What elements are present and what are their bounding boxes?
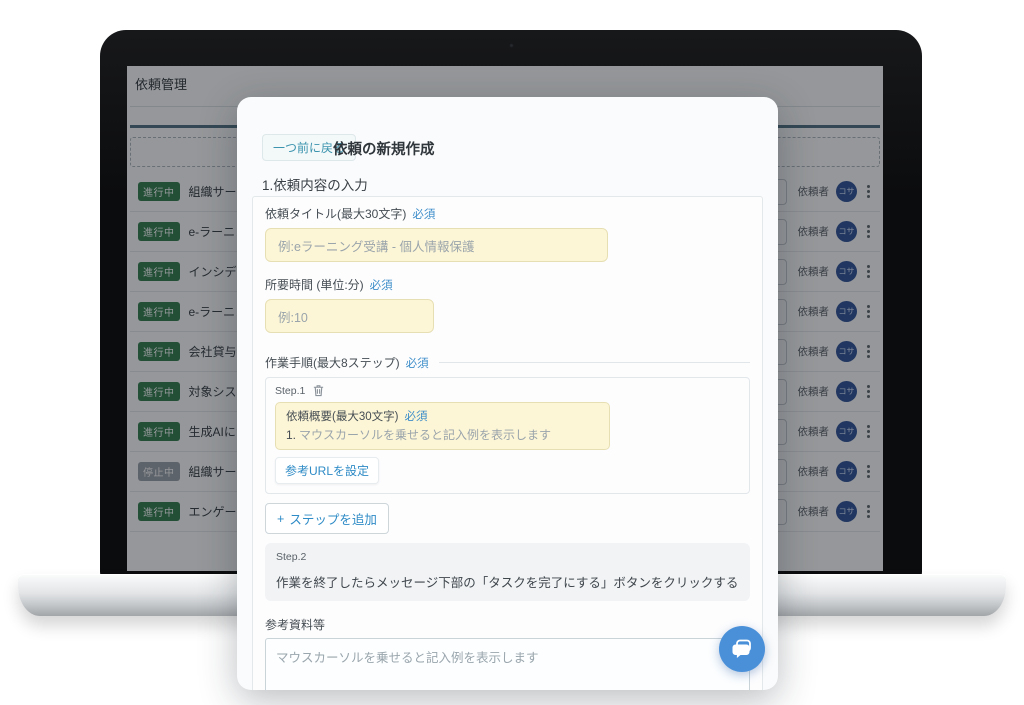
step-overview-label: 依頼概要(最大30文字): [286, 408, 398, 424]
trash-icon[interactable]: [312, 384, 325, 397]
reference-label: 参考資料等: [265, 616, 750, 633]
step-2-name: Step.2: [276, 551, 739, 563]
duration-input[interactable]: 例:10: [265, 299, 434, 333]
request-title-label: 依頼タイトル(最大30文字) 必須: [265, 205, 750, 222]
chat-launcher-button[interactable]: [719, 626, 765, 672]
create-request-modal: 一つ前に戻る 依頼の新規作成 1.依頼内容の入力 依頼タイトル(最大30文字) …: [237, 97, 778, 690]
steps-label: 作業手順(最大8ステップ) 必須: [265, 354, 750, 371]
required-badge: 必須: [404, 408, 427, 424]
request-form-card: 依頼タイトル(最大30文字) 必須 例:eラーニング受講 - 個人情報保護 所要…: [252, 196, 763, 690]
add-step-button[interactable]: + ステップを追加: [265, 503, 389, 534]
step-overview-placeholder: マウスカーソルを乗せると記入例を表示します: [299, 428, 551, 442]
set-reference-url-button[interactable]: 参考URLを設定: [275, 457, 379, 484]
webcam-dot: [509, 43, 514, 48]
modal-title: 依頼の新規作成: [333, 138, 435, 159]
reference-textarea[interactable]: マウスカーソルを乗せると記入例を表示します: [265, 638, 750, 690]
step-1-overview-input[interactable]: 依頼概要(最大30文字) 必須 1.マウスカーソルを乗せると記入例を表示します: [275, 402, 610, 450]
duration-label: 所要時間 (単位:分) 必須: [265, 276, 750, 293]
request-title-input[interactable]: 例:eラーニング受講 - 個人情報保護: [265, 228, 608, 262]
plus-icon: +: [277, 512, 284, 526]
required-badge: 必須: [406, 355, 429, 371]
step-1-header: Step.1: [275, 384, 740, 397]
page: 依頼管理 進行中 組織サーベイ回 新規作成 依頼者 コサ 進行中: [0, 0, 1024, 705]
step-number-prefix: 1.: [286, 428, 296, 442]
required-badge: 必須: [412, 206, 435, 222]
required-badge: 必須: [370, 277, 393, 293]
step-1-name: Step.1: [275, 385, 305, 397]
step-2-container: Step.2 作業を終了したらメッセージ下部の「タスクを完了にする」ボタンをクリ…: [265, 543, 750, 601]
step-2-text: 作業を終了したらメッセージ下部の「タスクを完了にする」ボタンをクリックする: [276, 572, 739, 591]
step-1-container: Step.1 依頼概要(最大30文字) 必須 1.マウスカーソルを乗せると記入例…: [265, 377, 750, 494]
chat-bubbles-icon: [730, 637, 754, 661]
section-title: 1.依頼内容の入力: [262, 174, 368, 194]
